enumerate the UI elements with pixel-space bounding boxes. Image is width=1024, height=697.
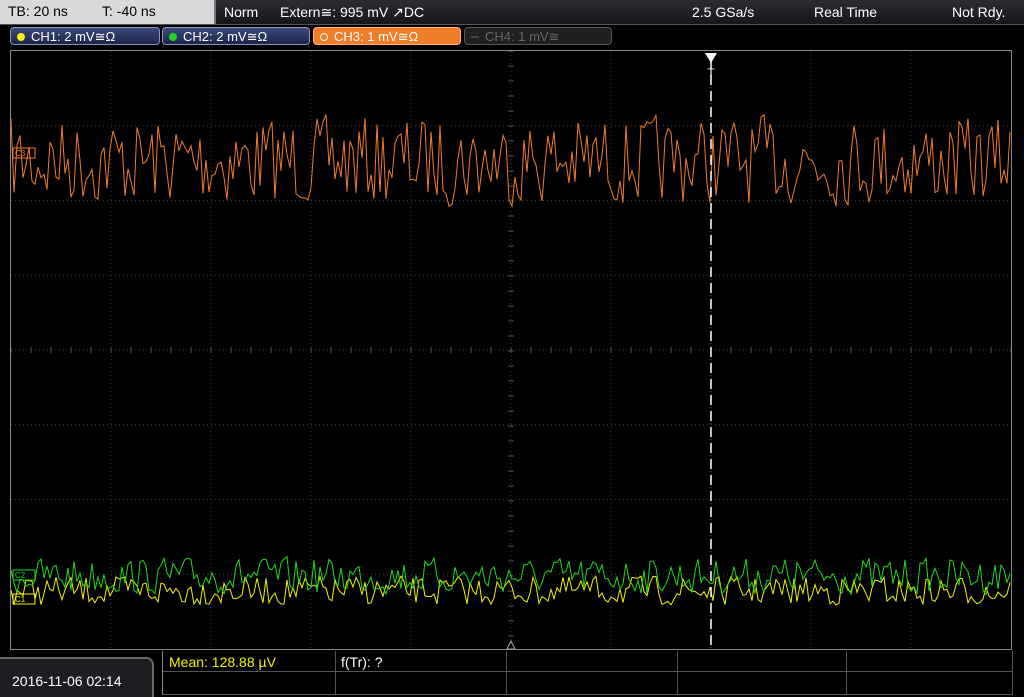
ch2-indicator-icon <box>169 33 177 41</box>
waveform-display[interactable]: T C3 C2 C1 <box>10 50 1012 650</box>
channel-bar: CH1: 2 mV≅Ω CH2: 2 mV≅Ω CH3: 1 mV≅Ω CH4:… <box>0 26 1024 48</box>
trigger-status: Not Rdy. <box>952 4 1006 20</box>
meas-cell <box>847 651 1013 672</box>
top-status-bar: TB: 20 ns T: -40 ns Norm Extern≅: 995 mV… <box>0 0 1024 25</box>
ch3-offset-label: C3 <box>15 149 26 158</box>
datetime-box: 2016-11-06 02:14 <box>0 657 154 697</box>
ch2-offset-label: C2 <box>15 571 26 580</box>
channel-tab-ch1[interactable]: CH1: 2 mV≅Ω <box>10 27 160 45</box>
meas-cell <box>847 672 1013 695</box>
meas-cell <box>336 672 507 695</box>
mean-measurement[interactable]: Mean: 128.88 µV <box>169 654 276 670</box>
ch3-indicator-icon <box>320 33 328 41</box>
frequency-measurement[interactable]: f(Tr): ? <box>341 654 382 670</box>
ch4-indicator-icon <box>471 36 479 38</box>
channel-label: CH3: 1 mV≅Ω <box>334 29 419 44</box>
channel-label: CH1: 2 mV≅Ω <box>31 29 116 44</box>
ch1-indicator-icon <box>17 33 25 41</box>
channel-label: CH2: 2 mV≅Ω <box>183 29 268 44</box>
meas-cell <box>507 651 678 672</box>
ch2-trace <box>11 555 1011 596</box>
waveform-canvas: T C3 C2 C1 <box>11 51 1011 649</box>
trigger-source[interactable]: Extern≅: 995 mV ↗DC <box>280 4 424 21</box>
timebase-box[interactable]: TB: 20 ns T: -40 ns <box>0 0 216 24</box>
meas-cell <box>678 672 847 695</box>
measurement-panel[interactable]: Mean: 128.88 µV f(Tr): ? <box>162 651 1013 695</box>
trigger-down-arrow-icon[interactable] <box>705 53 717 63</box>
meas-cell <box>507 672 678 695</box>
meas-cell <box>678 651 847 672</box>
channel-tab-ch2[interactable]: CH2: 2 mV≅Ω <box>162 27 310 45</box>
datetime-readout: 2016-11-06 02:14 <box>12 673 122 689</box>
meas-cell <box>163 672 336 695</box>
sample-rate: 2.5 GSa/s <box>692 4 755 20</box>
channel-tab-ch4[interactable]: CH4: 1 mV≅ <box>464 27 612 45</box>
ch1-offset-label: C1 <box>15 595 26 604</box>
ch3-trace <box>11 113 1011 208</box>
trigger-position-readout: T: -40 ns <box>102 3 156 19</box>
channel-label: CH4: 1 mV≅ <box>485 29 560 44</box>
trigger-marker-label: T <box>707 66 715 80</box>
trigger-mode[interactable]: Norm <box>224 4 258 20</box>
grid <box>11 51 1011 649</box>
channel-tab-ch3[interactable]: CH3: 1 mV≅Ω <box>313 27 461 45</box>
timebase-readout: TB: 20 ns <box>8 3 68 19</box>
acquisition-mode: Real Time <box>814 4 878 20</box>
